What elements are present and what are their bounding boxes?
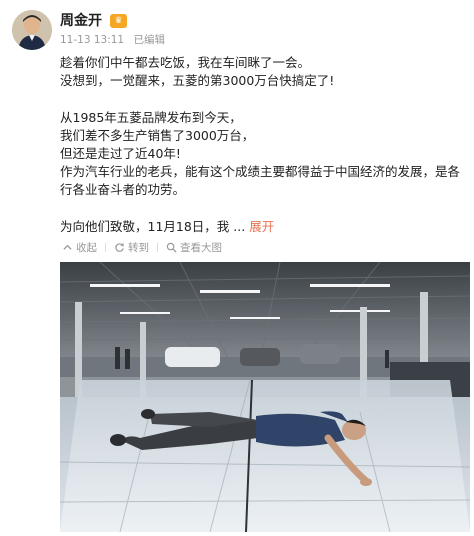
media-actions: 收起 转到 查看大图 — [62, 240, 222, 254]
post-line-last: 为向他们致敬，11月18日，我 ... 展开 — [60, 218, 466, 236]
view-large-label: 查看大图 — [180, 241, 222, 254]
post-line-truncated: 为向他们致敬，11月18日，我 ... — [60, 218, 246, 234]
vip-crown-icon: ♛ — [110, 14, 127, 28]
collapse-label: 收起 — [76, 241, 97, 254]
avatar-image — [12, 10, 52, 50]
post-line: 趁着你们中午都去吃饭，我在车间眯了一会。 — [60, 55, 311, 70]
post-line: 从1985年五菱品牌发布到今天， — [60, 109, 242, 125]
post-line — [60, 90, 466, 108]
post-line: 没想到，一觉醒来，五菱的第3000万台快搞定了! — [60, 73, 335, 89]
rotate-label: 转到 — [128, 241, 149, 254]
post-photo[interactable] — [60, 262, 470, 532]
avatar[interactable] — [12, 10, 52, 50]
view-large-button[interactable]: 查看大图 — [166, 240, 222, 255]
rotate-button[interactable]: 转到 — [114, 240, 149, 255]
divider — [105, 242, 106, 252]
collapse-button[interactable]: 收起 — [62, 240, 97, 255]
post-date[interactable]: 11-13 13:11 — [60, 34, 124, 46]
post-meta: 11-13 13:11 已编辑 — [60, 33, 171, 47]
magnify-icon — [166, 242, 177, 253]
post-line: 我们差不多生产销售了3000万台， — [60, 127, 255, 143]
divider — [157, 242, 158, 252]
post-body: 趁着你们中午都去吃饭，我在车间眯了一会。 没想到，一觉醒来，五菱的第3000万台… — [60, 54, 466, 236]
rotate-icon — [115, 242, 124, 252]
edit-status: 已编辑 — [133, 34, 165, 46]
collapse-icon — [63, 244, 72, 250]
author-name[interactable]: 周金开 — [60, 12, 102, 30]
expand-link[interactable]: 展开 — [249, 219, 274, 234]
factory-photo-image — [60, 262, 470, 532]
post-line: 但还是走过了近40年! — [60, 146, 181, 161]
post-line: 作为汽车行业的老兵，能有这个成绩主要都得益于中国经济的发展，是各行各业奋斗者的功… — [60, 164, 461, 198]
post-line — [60, 200, 466, 218]
